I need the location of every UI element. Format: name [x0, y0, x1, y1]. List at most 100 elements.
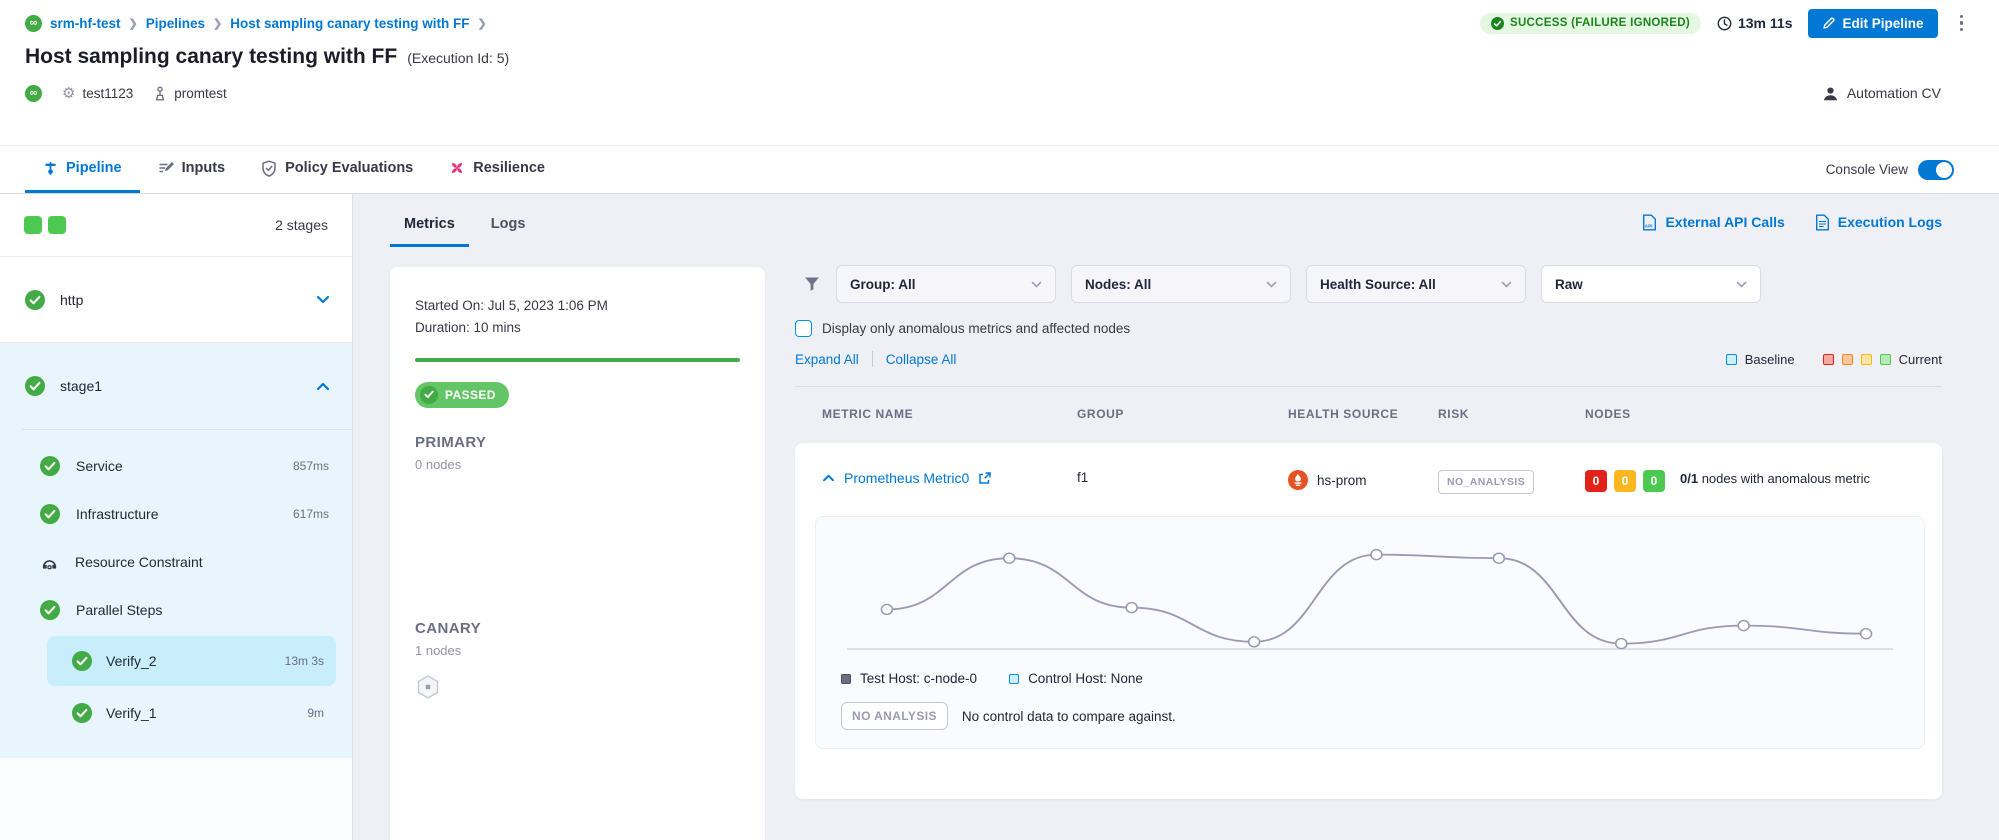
- anomalous-only-checkbox[interactable]: [795, 320, 812, 337]
- sidebar-stage-http[interactable]: http: [0, 257, 352, 343]
- nodes-filter-value: Nodes: All: [1085, 277, 1151, 292]
- baseline-current-legend: Baseline Current: [1726, 352, 1942, 367]
- tab-resilience[interactable]: Resilience: [431, 146, 563, 193]
- breadcrumb-pipelines[interactable]: Pipelines: [146, 16, 205, 31]
- step-label: Verify_2: [106, 653, 157, 669]
- status-badge: SUCCESS (FAILURE IGNORED): [1480, 13, 1701, 34]
- sidebar-stage-stage1[interactable]: stage1: [0, 343, 352, 429]
- tab-policy-evaluations[interactable]: Policy Evaluations: [243, 146, 431, 193]
- tab-inputs[interactable]: Inputs: [140, 146, 244, 193]
- edit-pipeline-button[interactable]: Edit Pipeline: [1808, 9, 1937, 38]
- success-check-icon: [40, 456, 60, 476]
- resilience-pinwheel-icon: [449, 160, 465, 176]
- baseline-swatch-icon: [1726, 354, 1737, 365]
- healthy-count-badge: 0: [1643, 470, 1665, 492]
- stage-squares-icon: [24, 216, 66, 234]
- check-icon: [420, 386, 438, 404]
- stage1-section: stage1 Service 857ms Infrastructure 617m…: [0, 343, 352, 758]
- expand-all-link[interactable]: Expand All: [795, 352, 859, 367]
- chart-data-point[interactable]: [1004, 553, 1015, 563]
- sidebar-step-resource-constraint[interactable]: Resource Constraint: [0, 538, 352, 586]
- nodes-summary-count: 0/1: [1680, 471, 1698, 486]
- chevron-down-icon[interactable]: [316, 295, 330, 304]
- chart-data-point[interactable]: [1126, 603, 1137, 613]
- page-title: Host sampling canary testing with FF: [25, 45, 397, 69]
- test-host-legend: Test Host: c-node-0: [841, 671, 977, 686]
- started-on: Started On: Jul 5, 2023 1:06 PM: [415, 295, 740, 317]
- stage-stage1-label: stage1: [60, 378, 102, 394]
- external-api-calls-link[interactable]: API External API Calls: [1642, 212, 1784, 232]
- external-link-icon[interactable]: [978, 472, 991, 485]
- nodes-summary-text: nodes with anomalous metric: [1698, 471, 1870, 486]
- chevron-up-icon[interactable]: [316, 382, 330, 391]
- gear-icon: ⚙: [62, 84, 75, 102]
- execution-sidebar: 2 stages http stage1 Service 857ms: [0, 194, 353, 840]
- step-duration: 617ms: [293, 507, 329, 521]
- harness-logo-icon: ∞: [25, 15, 42, 32]
- triggered-by-user: Automation CV: [1822, 85, 1969, 102]
- metric-name-cell[interactable]: Prometheus Metric0: [822, 470, 1077, 486]
- chevron-up-icon[interactable]: [822, 474, 835, 482]
- stages-header: 2 stages: [0, 194, 352, 257]
- step-duration: 857ms: [293, 459, 329, 473]
- toggle-knob: [1936, 162, 1952, 178]
- primary-label: PRIMARY: [415, 434, 740, 451]
- metric-name-link[interactable]: Prometheus Metric0: [844, 470, 969, 486]
- tab-logs[interactable]: Logs: [477, 210, 540, 247]
- service-tag[interactable]: ⚙ test1123: [62, 84, 133, 102]
- chart-data-point[interactable]: [1616, 639, 1627, 649]
- step-label: Service: [76, 458, 123, 474]
- group-filter-dropdown[interactable]: Group: All: [836, 265, 1056, 303]
- sidebar-step-service[interactable]: Service 857ms: [0, 442, 352, 490]
- chevron-down-icon: [1501, 281, 1512, 288]
- chart-data-point[interactable]: [1249, 637, 1260, 647]
- breadcrumb-pipeline-name[interactable]: Host sampling canary testing with FF: [230, 16, 469, 31]
- stage-http-label: http: [60, 292, 83, 308]
- success-check-icon: [72, 703, 92, 723]
- collapse-all-link[interactable]: Collapse All: [886, 352, 957, 367]
- current-label: Current: [1899, 352, 1942, 367]
- sidebar-step-parallel-steps[interactable]: Parallel Steps: [0, 586, 352, 634]
- chart-data-point[interactable]: [881, 604, 892, 614]
- breadcrumb: ∞ srm-hf-test ❯ Pipelines ❯ Host samplin…: [25, 15, 487, 32]
- user-name: Automation CV: [1847, 85, 1941, 101]
- raw-mode-dropdown[interactable]: Raw: [1541, 265, 1761, 303]
- nav-tabbar: Pipeline Inputs Policy Evaluations Resil…: [0, 145, 1999, 194]
- tab-pipeline[interactable]: Pipeline: [25, 146, 140, 193]
- edit-pipeline-label: Edit Pipeline: [1842, 16, 1923, 31]
- canary-node-hexagon[interactable]: [415, 674, 740, 707]
- chart-data-point[interactable]: [1371, 550, 1382, 560]
- success-check-icon: [25, 290, 45, 310]
- artifact-tag-label: promtest: [174, 86, 227, 101]
- api-document-icon: API: [1642, 214, 1657, 231]
- metric-line-chart[interactable]: [841, 541, 1899, 659]
- page-header: ∞ srm-hf-test ❯ Pipelines ❯ Host samplin…: [0, 0, 1999, 145]
- current-orange-swatch-icon: [1842, 354, 1853, 365]
- prometheus-icon: [1288, 470, 1308, 490]
- console-view-toggle[interactable]: [1918, 160, 1954, 180]
- nodes-filter-dropdown[interactable]: Nodes: All: [1071, 265, 1291, 303]
- baseline-label: Baseline: [1745, 352, 1795, 367]
- passed-badge: PASSED: [415, 382, 509, 408]
- health-source-filter-dropdown[interactable]: Health Source: All: [1306, 265, 1526, 303]
- sidebar-step-infrastructure[interactable]: Infrastructure 617ms: [0, 490, 352, 538]
- chart-data-point[interactable]: [1861, 629, 1872, 639]
- chart-data-point[interactable]: [1493, 553, 1504, 563]
- stage-count: 2 stages: [275, 217, 328, 233]
- breadcrumb-org[interactable]: srm-hf-test: [50, 16, 121, 31]
- raw-mode-value: Raw: [1555, 277, 1583, 292]
- artifact-tag[interactable]: promtest: [153, 86, 227, 101]
- execution-logs-link[interactable]: Execution Logs: [1815, 212, 1942, 232]
- logs-document-icon: [1815, 214, 1830, 231]
- verification-summary-card: Started On: Jul 5, 2023 1:06 PM Duration…: [390, 267, 765, 840]
- filter-funnel-icon[interactable]: [803, 275, 821, 293]
- chart-data-point[interactable]: [1738, 621, 1749, 631]
- avatar-icon: [1822, 85, 1839, 102]
- col-group: GROUP: [1077, 407, 1288, 421]
- sidebar-step-verify1[interactable]: Verify_1 9m: [47, 688, 336, 738]
- more-options-icon[interactable]: [1954, 11, 1970, 36]
- external-api-calls-label: External API Calls: [1665, 214, 1784, 230]
- pencil-icon: [1822, 17, 1835, 30]
- tab-metrics[interactable]: Metrics: [390, 210, 469, 247]
- sidebar-step-verify2[interactable]: Verify_2 13m 3s: [47, 636, 336, 686]
